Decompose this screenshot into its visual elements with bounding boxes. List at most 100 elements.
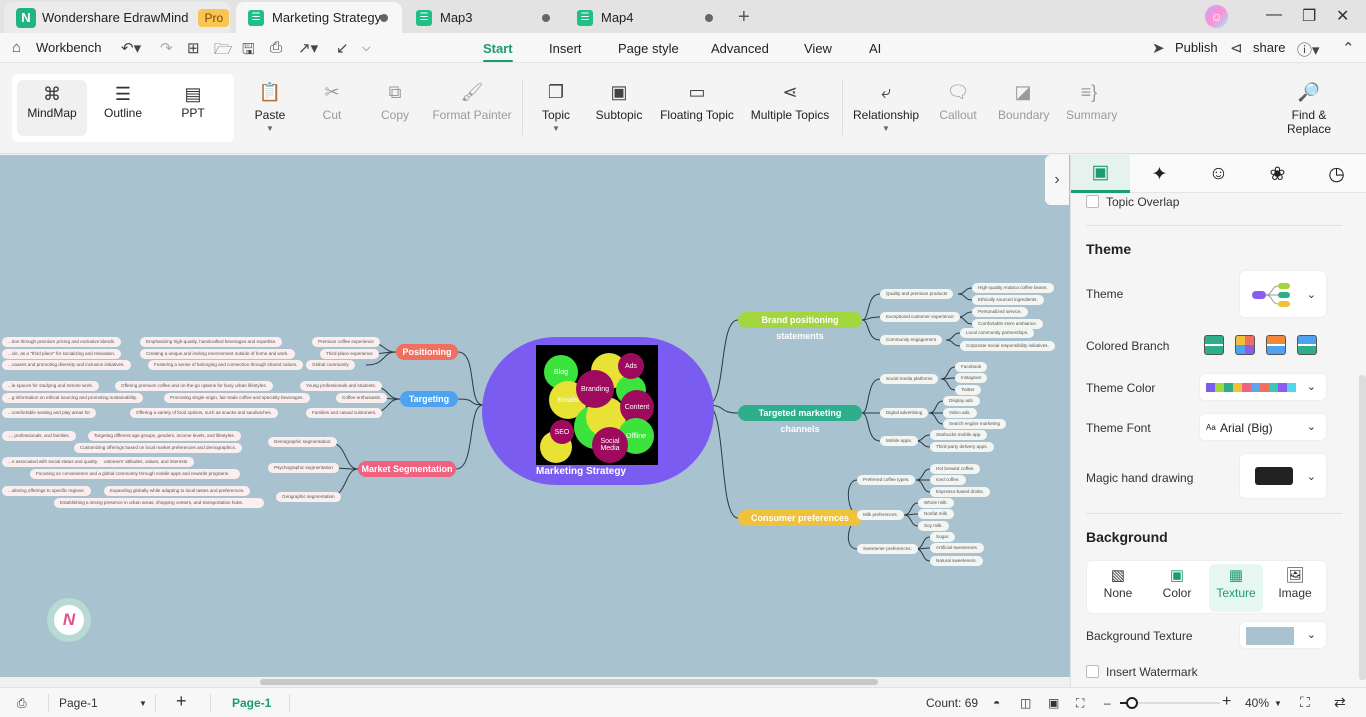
leaf-topic[interactable]: Sugar. bbox=[930, 532, 956, 542]
detail-topic-truncated[interactable]: ...comfortable seating and play areas fo… bbox=[2, 408, 96, 418]
mindmap-canvas[interactable]: Blog Ads Emails Branding Content Offline… bbox=[0, 155, 1070, 677]
export-icon[interactable]: ↗▾ bbox=[298, 39, 318, 57]
leaf-topic[interactable]: Ethically sourced ingredients. bbox=[972, 295, 1044, 305]
subtopic[interactable]: Third-place experience bbox=[320, 349, 379, 359]
detail-topic[interactable]: Targeting different age groups, genders,… bbox=[88, 431, 241, 441]
user-avatar[interactable]: ☺ bbox=[1205, 5, 1228, 28]
relationship-button[interactable]: ⤶ Relationship ▼ bbox=[853, 82, 919, 133]
unsaved-dot-icon[interactable] bbox=[705, 14, 713, 22]
floating-topic-button[interactable]: ▭ Floating Topic bbox=[659, 82, 735, 122]
colored-branch-option-4[interactable] bbox=[1297, 335, 1317, 355]
zoom-out-button[interactable]: – bbox=[1104, 696, 1111, 710]
redo-icon[interactable]: ↷ bbox=[160, 39, 173, 57]
leaf-topic[interactable]: Display ads. bbox=[943, 396, 981, 406]
magic-hand-drawing-dropdown[interactable]: ⌄ bbox=[1239, 453, 1327, 499]
leaf-topic[interactable]: Soy milk. bbox=[918, 521, 949, 531]
format-painter-button[interactable]: 🖌 Format Painter bbox=[432, 82, 512, 122]
ai-assistant-button[interactable]: N bbox=[47, 598, 91, 642]
publish-button[interactable]: Publish bbox=[1175, 40, 1218, 55]
tab-map3[interactable]: ☰ Map3 bbox=[404, 2, 564, 33]
ai-sparkle-icon[interactable]: ✦ bbox=[1130, 155, 1189, 193]
tab-advanced[interactable]: Advanced bbox=[711, 41, 769, 56]
collapse-ribbon-icon[interactable]: ⌃ bbox=[1342, 39, 1355, 57]
leaf-topic[interactable]: Instagram bbox=[955, 373, 988, 383]
summary-button[interactable]: ≡} Summary bbox=[1066, 82, 1117, 122]
publish-icon[interactable]: ➤ bbox=[1152, 39, 1165, 57]
subtopic[interactable]: Psychographic segmentation bbox=[268, 463, 339, 473]
background-color-option[interactable]: ▣ Color bbox=[1150, 564, 1204, 612]
detail-topic-truncated[interactable]: ...le spaces for studying and remote wor… bbox=[2, 381, 100, 391]
detail-topic[interactable]: Focusing on convenience and a global com… bbox=[30, 469, 240, 479]
detail-topic-truncated[interactable]: ...g information on ethical sourcing and… bbox=[2, 393, 144, 403]
background-texture-dropdown[interactable]: ⌄ bbox=[1239, 621, 1327, 649]
boundary-button[interactable]: ◪ Boundary bbox=[998, 82, 1049, 122]
subtopic[interactable]: Sweetener preferences. bbox=[857, 544, 918, 554]
subtopic[interactable]: Geographic segmentation bbox=[276, 492, 341, 502]
book-view-icon[interactable]: ◫ bbox=[1020, 696, 1031, 710]
subtopic[interactable]: Demographic segmentation: bbox=[268, 437, 338, 447]
tab-map4[interactable]: ☰ Map4 bbox=[565, 2, 725, 33]
fullscreen-icon[interactable]: ⛶ bbox=[1300, 694, 1310, 711]
fit-width-icon[interactable]: ⇄ bbox=[1334, 694, 1346, 711]
subtopic[interactable]: Exceptional customer experience bbox=[880, 312, 960, 322]
page-tab[interactable]: Page-1 bbox=[232, 696, 271, 710]
page-panel-toggle-icon[interactable]: ⎙ bbox=[17, 696, 27, 711]
zoom-level[interactable]: 40% bbox=[1245, 696, 1269, 710]
detail-topic-truncated[interactable]: ...e associated with social status and q… bbox=[2, 457, 105, 467]
detail-topic-truncated[interactable]: ...ailoring offerings to specific region… bbox=[2, 486, 91, 496]
page-select[interactable]: Page-1 bbox=[59, 696, 98, 710]
paste-button[interactable]: 📋 Paste ▼ bbox=[252, 82, 288, 133]
share-icon[interactable]: ⊲ bbox=[1230, 39, 1243, 57]
main-topic[interactable]: Targeted marketing channels bbox=[738, 405, 862, 434]
tab-insert[interactable]: Insert bbox=[549, 41, 582, 56]
multiple-topics-button[interactable]: ⋖ Multiple Topics bbox=[750, 82, 830, 122]
scrollbar-thumb[interactable] bbox=[260, 679, 878, 685]
zoom-slider-handle[interactable] bbox=[1126, 697, 1138, 709]
central-topic[interactable]: Blog Ads Emails Branding Content Offline… bbox=[482, 337, 714, 485]
mindmap-view-button[interactable]: ⌘ MindMap bbox=[17, 80, 87, 136]
leaf-topic[interactable]: Whole milk. bbox=[918, 498, 954, 508]
detail-topic[interactable]: Expanding globally while adapting to loc… bbox=[104, 486, 251, 496]
detail-topic-truncated[interactable]: ...causes and promoting diversity and in… bbox=[2, 360, 131, 370]
minimize-icon[interactable]: — bbox=[1266, 6, 1282, 24]
fullscreen-fit-icon[interactable]: ⛶ bbox=[1076, 696, 1084, 711]
more-chevron-icon[interactable]: ⌵ bbox=[362, 42, 370, 55]
leaf-topic[interactable]: Starbucks mobile app. bbox=[930, 430, 988, 440]
leaf-topic[interactable]: Twitter bbox=[955, 385, 981, 395]
leaf-topic[interactable]: Search engine marketing bbox=[943, 419, 1007, 429]
new-file-icon[interactable]: ⊞ bbox=[187, 39, 200, 57]
outline-view-button[interactable]: ☰ Outline bbox=[88, 80, 158, 136]
subtopic[interactable]: Quality and premium products bbox=[880, 289, 954, 299]
main-topic[interactable]: Market Segmentation bbox=[358, 461, 456, 477]
leaf-topic[interactable]: Artificial sweeteners. bbox=[930, 543, 985, 553]
detail-topic[interactable]: Offering a variety of food options, such… bbox=[130, 408, 278, 418]
print-icon[interactable]: ⎙ bbox=[270, 39, 282, 56]
leaf-topic[interactable]: Corporate social responsibility initiati… bbox=[960, 341, 1055, 351]
topic-button[interactable]: ❐ Topic ▼ bbox=[538, 82, 574, 133]
cut-button[interactable]: ✂ Cut bbox=[318, 82, 346, 122]
undo-icon[interactable]: ↶▾ bbox=[121, 39, 141, 57]
detail-topic-truncated[interactable]: ...cle, as a "third place" for socializi… bbox=[2, 349, 122, 359]
leaf-topic[interactable]: Local community partnerships. bbox=[960, 328, 1035, 338]
detail-topic[interactable]: Fostering a sense of belonging and conne… bbox=[148, 360, 304, 370]
detail-topic-truncated[interactable]: ...tion through premium pricing and excl… bbox=[2, 337, 122, 347]
callout-button[interactable]: 🗨 Callout bbox=[938, 82, 978, 122]
background-texture-option[interactable]: ▦ Texture bbox=[1209, 564, 1263, 612]
restore-icon[interactable]: ❐ bbox=[1302, 6, 1316, 26]
import-icon[interactable]: ↙ bbox=[336, 39, 349, 57]
leaf-topic[interactable]: Third-party delivery apps. bbox=[930, 442, 994, 452]
fit-page-icon[interactable]: ▣ bbox=[1048, 696, 1059, 710]
theme-font-dropdown[interactable]: Aa Arial (Big) ⌄ bbox=[1199, 413, 1327, 441]
panel-scrollbar[interactable] bbox=[1359, 375, 1366, 680]
main-topic[interactable]: Consumer preferences bbox=[738, 510, 862, 526]
detail-topic[interactable]: Creating a unique and inviting environme… bbox=[140, 349, 295, 359]
theme-color-dropdown[interactable]: ⌄ bbox=[1199, 373, 1327, 401]
style-icon[interactable]: ❀ bbox=[1248, 155, 1307, 193]
insert-watermark-checkbox[interactable] bbox=[1086, 665, 1099, 678]
leaf-topic[interactable]: Espresso-based drinks. bbox=[930, 487, 991, 497]
save-icon[interactable]: 🖫 bbox=[242, 39, 255, 64]
leaf-topic[interactable]: Personalized service. bbox=[972, 307, 1028, 317]
subtopic[interactable]: Mobile apps. bbox=[880, 436, 919, 446]
pro-badge[interactable]: Pro bbox=[198, 8, 230, 27]
detail-topic[interactable]: Promoting single-origin, fair-trade coff… bbox=[164, 393, 310, 403]
